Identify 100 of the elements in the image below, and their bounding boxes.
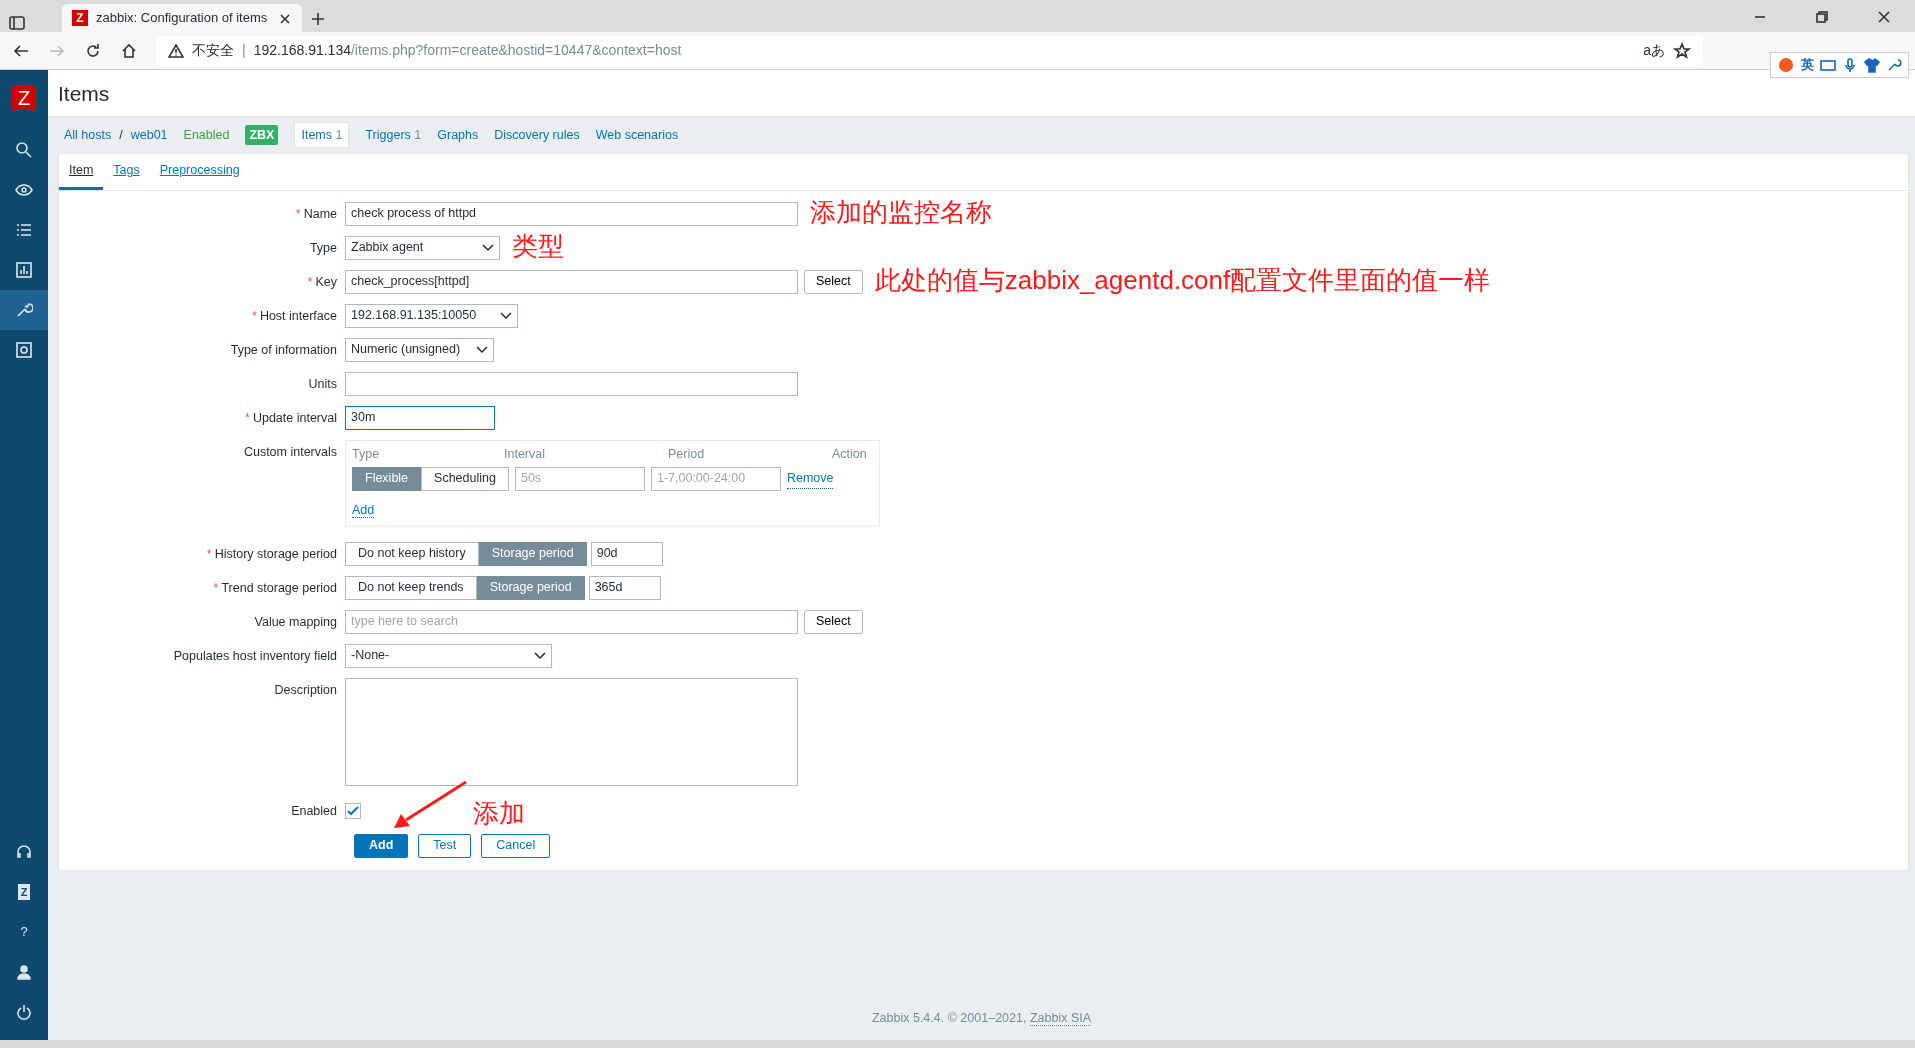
field-label: Units (307, 375, 338, 393)
restore-icon[interactable] (1815, 10, 1829, 24)
close-icon[interactable] (278, 11, 292, 26)
new-tab-icon[interactable] (310, 11, 326, 28)
interval-type-toggle[interactable]: Scheduling (421, 466, 509, 491)
gear-icon[interactable] (15, 341, 33, 359)
field-label: * Name (294, 205, 338, 223)
list-icon[interactable] (15, 221, 33, 239)
check-icon (347, 805, 359, 816)
status-label: Enabled (183, 126, 230, 144)
close-icon[interactable] (1877, 10, 1891, 24)
input-field[interactable] (345, 371, 798, 396)
field-label: Type of information (229, 341, 338, 359)
browser-tab[interactable]: Z zabbix: Configuration of items (62, 4, 302, 32)
breadcrumb-link[interactable]: web01 (130, 125, 168, 145)
add-link[interactable]: Add (352, 502, 375, 518)
field-label: Enabled (290, 802, 338, 820)
page-title: Items (48, 70, 1915, 117)
shirt-icon[interactable] (1864, 57, 1880, 73)
storage-mode-toggle[interactable]: Storage period (476, 575, 585, 600)
column-header: Interval (504, 446, 546, 464)
form-tab[interactable]: Preprocessing (149, 154, 250, 190)
breadcrumb-link[interactable]: All hosts (64, 125, 112, 145)
wrench-icon[interactable] (15, 301, 33, 319)
input-field[interactable]: 30m (345, 405, 495, 430)
field-label: Type (308, 239, 338, 257)
dropdown-caret-icon (482, 243, 494, 252)
storage-mode-toggle[interactable]: Storage period (478, 541, 587, 566)
power-icon[interactable] (15, 1003, 33, 1021)
horizontal-scrollbar[interactable] (0, 1040, 1915, 1048)
field-label: Description (273, 681, 338, 699)
annotation-text: 类型 (512, 231, 564, 260)
reload-icon[interactable] (84, 41, 102, 60)
home-icon[interactable] (120, 41, 138, 60)
dropdown-caret-icon (500, 311, 512, 320)
select-button[interactable]: Select (804, 609, 863, 634)
host-nav-link[interactable]: Web scenarios (595, 125, 679, 145)
url-divider: | (242, 41, 246, 60)
annotation-text: 添加的监控名称 (810, 197, 992, 226)
security-label: 不安全 (192, 41, 234, 60)
dropdown-caret-icon (476, 345, 488, 354)
headset-icon[interactable] (15, 843, 33, 861)
column-header: Type (352, 446, 381, 464)
field-label: Populates host inventory field (172, 647, 338, 665)
integrations-label[interactable]: Z (17, 883, 31, 901)
select-field[interactable]: Zabbix agent (345, 235, 500, 260)
column-header: Action (832, 446, 868, 464)
select-field[interactable]: -None- (345, 643, 552, 668)
interval-type-toggle[interactable]: Flexible (352, 466, 422, 491)
field-label: * Trend storage period (212, 579, 338, 597)
field-label: * Key (306, 273, 338, 291)
remove-link[interactable]: Remove (786, 468, 834, 489)
add-button[interactable]: Add (354, 833, 409, 858)
eye-icon[interactable] (15, 181, 33, 199)
wrench-icon[interactable] (1886, 57, 1902, 73)
warning-icon (168, 42, 184, 59)
select-button[interactable]: Select (804, 269, 863, 294)
footer-link[interactable]: Zabbix SIA (1029, 1011, 1092, 1027)
microphone-icon[interactable] (1842, 57, 1858, 73)
url-text: 192.168.91.134/items.php?form=create&hostid=10447&context=host (253, 41, 682, 60)
sidebar-toggle-icon[interactable] (8, 14, 26, 32)
ime-logo-icon (1777, 56, 1795, 74)
select-field[interactable]: Numeric (unsigned) (345, 337, 494, 362)
logo[interactable]: Z (12, 86, 36, 110)
input-field[interactable]: 90d (590, 541, 663, 566)
input-field[interactable]: check process of httpd (345, 201, 798, 226)
keyboard-icon[interactable] (1820, 57, 1836, 73)
help-label[interactable]: ? (20, 922, 28, 942)
tab-title: zabbix: Configuration of items (96, 9, 268, 28)
host-nav-link[interactable]: Discovery rules (494, 125, 580, 145)
column-header: Period (668, 446, 706, 464)
chart-icon[interactable] (15, 261, 33, 279)
form-tab[interactable]: Tags (103, 154, 150, 190)
annotation-text: 此处的值与zabbix_agentd.conf配置文件里面的值一样 (874, 265, 1491, 294)
form-tab[interactable]: Item (59, 154, 104, 190)
annotation-text: 添加 (473, 797, 525, 828)
field-label: Value mapping (253, 613, 338, 631)
host-nav-link[interactable]: Triggers 1 (365, 125, 422, 145)
enabled-checkbox[interactable] (345, 802, 361, 819)
search-icon[interactable] (15, 141, 33, 159)
select-field[interactable]: 192.168.91.135:10050 (345, 303, 518, 328)
user-icon[interactable] (15, 963, 33, 981)
translate-label[interactable]: aあ (1643, 42, 1665, 58)
form-button[interactable]: Test (418, 833, 472, 858)
input-field[interactable]: 365d (588, 575, 661, 600)
favorite-add-icon[interactable] (1673, 41, 1691, 60)
dropdown-caret-icon (534, 651, 546, 660)
agent-badge: ZBX (245, 124, 279, 146)
host-nav-link[interactable]: Items 1 (294, 121, 350, 149)
input-field[interactable]: check_process[httpd] (345, 269, 798, 294)
storage-mode-toggle[interactable]: Do not keep trends (345, 575, 477, 600)
field-label: * Update interval (244, 409, 338, 427)
favicon: Z (72, 10, 88, 26)
form-button[interactable]: Cancel (481, 833, 551, 858)
field-label: * Host interface (251, 307, 338, 325)
address-bar[interactable]: 不安全 | 192.168.91.134/items.php?form=create&hostid=10447&context=host aあ (156, 35, 1703, 66)
host-nav-link[interactable]: Graphs (437, 125, 479, 145)
footer-text: Zabbix 5.4.4. © 2001–2021, Zabbix SIA (871, 1011, 1092, 1027)
field-label: * History storage period (205, 545, 338, 563)
storage-mode-toggle[interactable]: Do not keep history (345, 541, 479, 566)
